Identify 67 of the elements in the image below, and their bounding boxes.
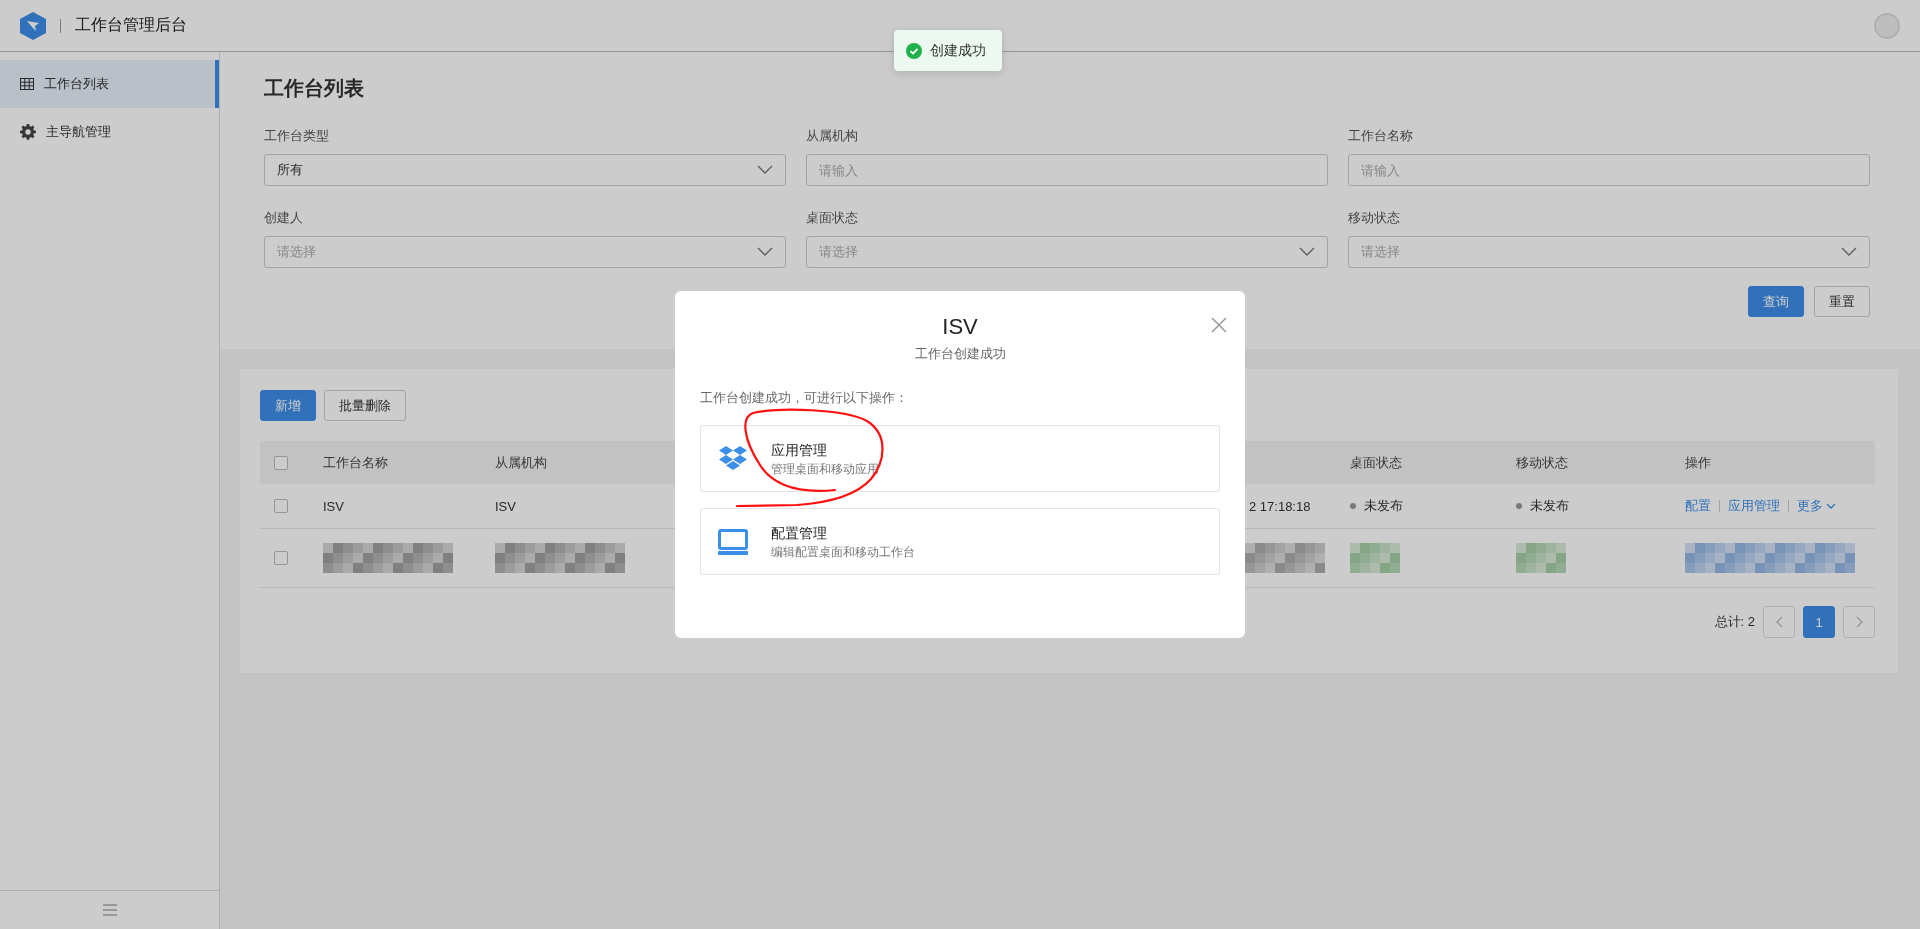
logo-icon: [20, 11, 46, 40]
dialog-text: 工作台创建成功，可进行以下操作：: [700, 389, 909, 407]
field-label: 创建人: [264, 209, 304, 227]
batch-delete-button[interactable]: 批量删除: [324, 390, 406, 421]
app-title: 工作台管理后台: [75, 15, 187, 35]
toast-message: 创建成功: [930, 41, 986, 60]
page-title: 工作台列表: [264, 76, 365, 101]
dialog-title: ISV: [941, 313, 979, 341]
input-field[interactable]: 请输入: [806, 154, 1328, 186]
sidebar-item[interactable]: 工作台列表: [0, 60, 219, 108]
caret-icon: [1299, 247, 1315, 257]
search-button[interactable]: 查询: [1748, 286, 1804, 317]
column-header: 操作: [1685, 453, 1711, 472]
field-label: 工作台名称: [1348, 127, 1414, 145]
previous-page-button[interactable]: [1763, 606, 1795, 638]
action-link[interactable]: 更多: [1797, 497, 1836, 515]
action-link[interactable]: 应用管理: [1728, 497, 1780, 515]
dialog-subtitle: 工作台创建成功: [913, 345, 1007, 363]
total-count: 总计: 2: [1714, 613, 1755, 631]
input-field[interactable]: 请输入: [1348, 154, 1870, 186]
option-description: 编辑配置桌面和移动工作台: [771, 543, 915, 561]
sidebar-item[interactable]: 主导航管理: [0, 108, 219, 156]
boxes-icon: [718, 445, 748, 472]
page-button[interactable]: 1: [1803, 606, 1835, 638]
pixelated-text: [1516, 543, 1566, 573]
chevron-left-icon: [1775, 616, 1783, 628]
avatar[interactable]: [1874, 12, 1900, 39]
column-header: 工作台名称: [323, 453, 388, 472]
select-field[interactable]: 所有: [264, 154, 786, 186]
select-field[interactable]: 请选择: [1348, 236, 1870, 268]
column-header: 桌面状态: [1350, 453, 1402, 472]
next-page-button[interactable]: [1843, 606, 1875, 638]
caret-icon: [757, 247, 773, 257]
status-dot: [1350, 503, 1356, 509]
reset-button[interactable]: 重置: [1814, 286, 1870, 317]
table-cell: ISV: [323, 498, 344, 514]
caret-icon: [1841, 247, 1857, 257]
laptop-icon: [718, 528, 748, 555]
field-label: 桌面状态: [806, 209, 859, 227]
select-all-checkbox[interactable]: [274, 455, 288, 470]
menu-icon[interactable]: [102, 904, 117, 916]
option-title: 应用管理: [771, 440, 828, 460]
option-card[interactable]: 配置管理 编辑配置桌面和移动工作台: [700, 508, 1220, 575]
row-checkbox[interactable]: [274, 551, 288, 565]
grid-icon: [20, 78, 34, 90]
table-cell: 2 17:18:18: [1249, 498, 1311, 514]
add-button[interactable]: 新增: [260, 390, 316, 421]
field-label: 工作台类型: [264, 127, 330, 145]
status-dot: [1516, 503, 1522, 509]
check-circle-icon: [906, 42, 922, 59]
option-title: 配置管理: [771, 523, 828, 543]
column-header: 从属机构: [495, 453, 547, 472]
row-checkbox[interactable]: [274, 499, 288, 513]
column-header: 移动状态: [1516, 453, 1568, 472]
table-cell: ISV: [495, 498, 516, 514]
field-label: 从属机构: [806, 127, 859, 145]
pixelated-text: [1350, 543, 1400, 573]
status-text: 未发布: [1364, 497, 1403, 515]
action-link[interactable]: 配置: [1685, 497, 1711, 515]
caret-icon: [757, 165, 773, 175]
select-field[interactable]: 请选择: [806, 236, 1328, 268]
settings-icon: [20, 124, 36, 140]
chevron-down-icon: [1826, 502, 1836, 510]
field-label: 移动状态: [1348, 209, 1401, 227]
status-text: 未发布: [1530, 497, 1569, 515]
chevron-right-icon: [1855, 616, 1863, 628]
select-field[interactable]: 请选择: [264, 236, 786, 268]
